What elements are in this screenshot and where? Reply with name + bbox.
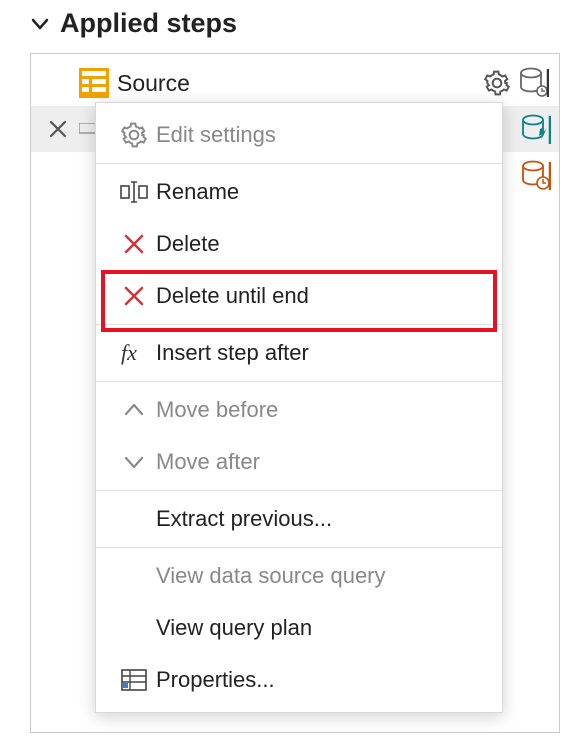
- menu-text: Move before: [156, 397, 486, 423]
- database-native-icon: [521, 114, 551, 146]
- menu-properties[interactable]: Properties...: [96, 654, 502, 706]
- menu-move-before: Move before: [96, 384, 502, 436]
- menu-text: View data source query: [156, 563, 486, 589]
- menu-rename[interactable]: Rename: [96, 166, 502, 218]
- menu-text: Rename: [156, 179, 486, 205]
- menu-delete[interactable]: Delete: [96, 218, 502, 270]
- gear-icon: [112, 122, 156, 148]
- menu-text: Delete until end: [156, 283, 486, 309]
- menu-extract-previous[interactable]: Extract previous...: [96, 493, 502, 545]
- expand-chevron-icon[interactable]: [30, 14, 50, 34]
- panel-header[interactable]: Applied steps: [0, 0, 580, 47]
- remove-step-icon[interactable]: [39, 118, 77, 140]
- chevron-down-icon: [112, 452, 156, 472]
- step-row-source[interactable]: Source: [31, 60, 559, 106]
- menu-insert-step-after[interactable]: fx Insert step after: [96, 327, 502, 379]
- menu-text: Insert step after: [156, 340, 486, 366]
- fx-icon: fx: [112, 340, 156, 366]
- chevron-up-icon: [112, 400, 156, 420]
- delete-x-icon: [112, 284, 156, 308]
- database-icon: [517, 67, 551, 99]
- menu-text: View query plan: [156, 615, 486, 641]
- menu-text: Edit settings: [156, 122, 486, 148]
- applied-steps-panel: Source Edit settings: [30, 53, 560, 733]
- rename-icon: [112, 179, 156, 205]
- menu-move-after: Move after: [96, 436, 502, 488]
- menu-text: Properties...: [156, 667, 486, 693]
- context-menu: Edit settings Rename Delete Delete until…: [95, 102, 503, 713]
- menu-edit-settings: Edit settings: [96, 109, 502, 161]
- svg-text:fx: fx: [121, 340, 137, 365]
- table-icon: [77, 66, 111, 100]
- menu-text: Extract previous...: [156, 506, 486, 532]
- step-settings-gear-icon[interactable]: [481, 70, 513, 96]
- menu-text: Move after: [156, 449, 486, 475]
- menu-view-query-plan[interactable]: View query plan: [96, 602, 502, 654]
- delete-x-icon: [112, 232, 156, 256]
- menu-text: Delete: [156, 231, 486, 257]
- database-time-icon: [521, 160, 551, 192]
- menu-delete-until-end[interactable]: Delete until end: [96, 270, 502, 322]
- panel-title: Applied steps: [60, 8, 237, 39]
- step-label: Source: [117, 70, 481, 97]
- properties-icon: [112, 667, 156, 693]
- menu-view-data-source-query: View data source query: [96, 550, 502, 602]
